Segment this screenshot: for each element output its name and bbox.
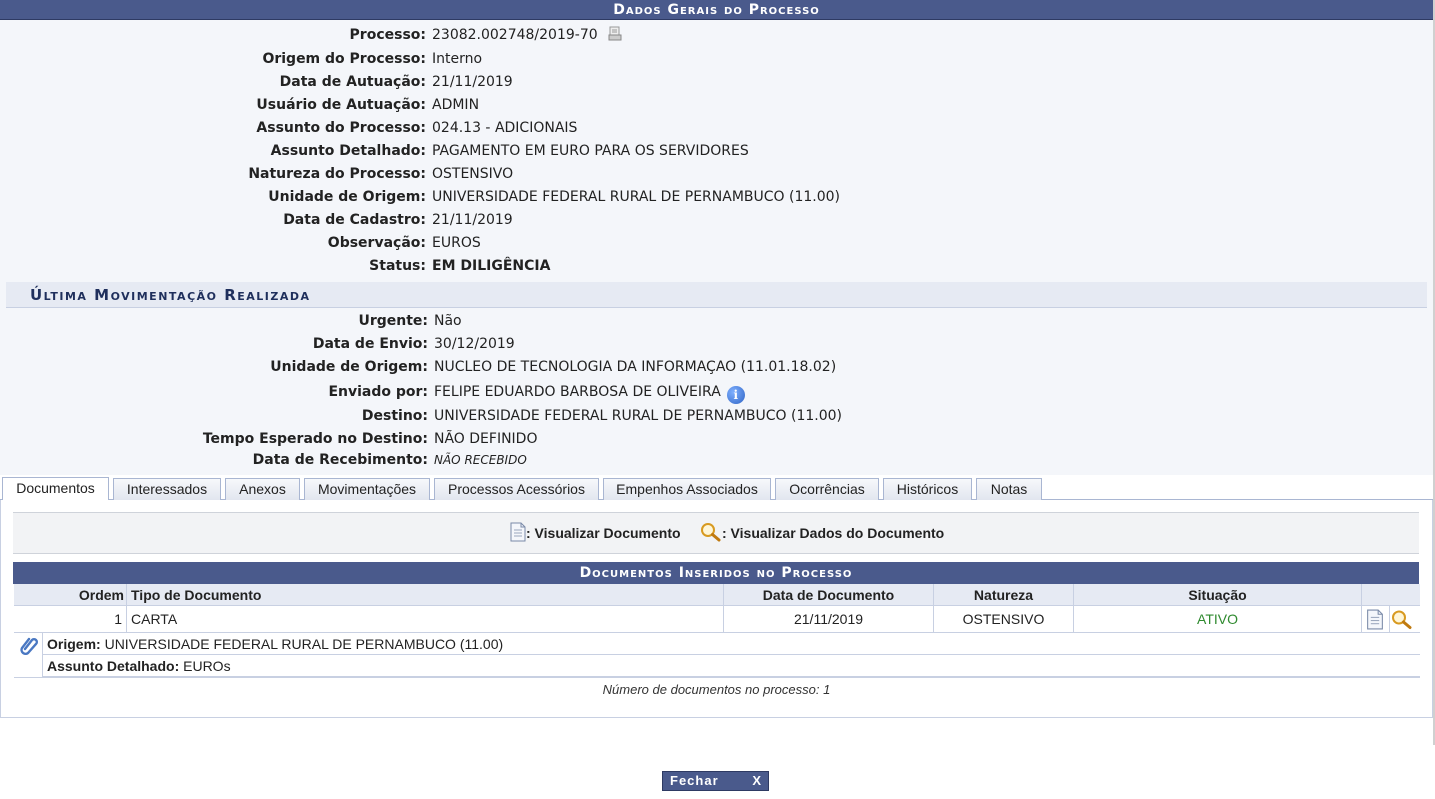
field-value: NÃO DEFINIDO [434,431,538,447]
field-value: NUCLEO DE TECNOLOGIA DA INFORMAÇAO (11.0… [434,359,837,375]
cell-data: 21/11/2019 [793,611,864,627]
paperclip-icon[interactable] [19,635,39,655]
field-value: 21/11/2019 [432,74,513,90]
field-assunto-detalhado: Assunto Detalhado: PAGAMENTO EM EURO PAR… [0,140,1433,163]
col-data: Data de Documento [762,587,895,603]
magnifier-icon [701,523,721,542]
cell-natureza: OSTENSIVO [962,611,1045,627]
field-observacao: Observação: EUROS [0,232,1433,255]
field-label: Data de Recebimento: [252,452,428,468]
field-value: 024.13 - ADICIONAIS [432,120,578,136]
field-data-autuacao: Data de Autuação: 21/11/2019 [0,71,1433,94]
tab-processos-acessorios[interactable]: Processos Acessórios [434,478,599,500]
tab-notas[interactable]: Notas [976,478,1042,500]
tabs-bar: Documentos Interessados Anexos Movimenta… [0,475,1433,500]
page-title: Dados Gerais do Processo [0,0,1433,20]
legend-view-data: : Visualizar Dados do Documento [700,522,944,544]
close-button[interactable]: Fechar X [662,771,769,791]
field-value: OSTENSIVO [432,166,514,182]
field-value: EUROS [432,235,481,251]
field-value: UNIVERSIDADE FEDERAL RURAL DE PERNAMBUCO… [432,189,840,205]
mov-enviado-por: Enviado por: FELIPE EDUARDO BARBOSA DE O… [0,381,1433,404]
field-label: Status: [369,258,426,274]
cell-situacao: ATIVO [1197,611,1238,627]
field-origem: Origem do Processo: Interno [0,48,1433,71]
tab-interessados[interactable]: Interessados [113,478,221,500]
mov-unidade-origem: Unidade de Origem: NUCLEO DE TECNOLOGIA … [0,356,1433,379]
field-natureza: Natureza do Processo: OSTENSIVO [0,163,1433,186]
mov-destino: Destino: UNIVERSIDADE FEDERAL RURAL DE P… [0,405,1433,428]
field-label: Enviado por: [328,384,428,400]
field-status: Status: EM DILIGÊNCIA [0,255,1433,278]
field-value: FELIPE EDUARDO BARBOSA DE OLIVEIRA i [434,381,745,404]
tab-ocorrencias[interactable]: Ocorrências [775,478,879,500]
field-label: Urgente: [358,313,428,329]
mov-data-envio: Data de Envio: 30/12/2019 [0,333,1433,356]
print-icon[interactable] [608,26,622,42]
status-badge: EM DILIGÊNCIA [432,258,551,274]
col-natureza: Natureza [973,587,1034,603]
view-document-data-icon[interactable] [1391,609,1413,630]
field-label: Data de Envio: [312,336,428,352]
tab-documentos[interactable]: Documentos [2,477,109,500]
field-label: Usuário de Autuação: [256,97,426,113]
legend-view-document: : Visualizar Documento [510,522,681,544]
field-label: Tempo Esperado no Destino: [202,431,428,447]
field-label: Assunto do Processo: [256,120,426,136]
field-unidade-origem: Unidade de Origem: UNIVERSIDADE FEDERAL … [0,186,1433,209]
col-tipo: Tipo de Documento [131,587,262,603]
mov-urgente: Urgente: Não [0,310,1433,333]
field-label: Unidade de Origem: [270,359,428,375]
field-value: PAGAMENTO EM EURO PARA OS SERVIDORES [432,143,749,159]
info-icon[interactable]: i [726,386,745,404]
field-label: Observação: [327,235,426,251]
field-value: 23082.002748/2019-70 [432,24,622,47]
section-title-last-movement: Última Movimentação Realizada [6,282,1427,308]
documents-count: Número de documentos no processo: 1 [602,682,831,697]
field-label: Unidade de Origem: [268,189,426,205]
mov-data-recebimento: Data de Recebimento: NÃO RECEBIDO [0,449,1433,472]
field-label: Assunto Detalhado: [270,143,426,159]
field-value: 21/11/2019 [432,212,513,228]
table-header: Ordem Tipo de Documento Data de Document… [14,584,1420,606]
process-info-panel: Processo: 23082.002748/2019-70 Origem do… [0,20,1433,475]
field-value: Não [434,313,462,329]
field-value: UNIVERSIDADE FEDERAL RURAL DE PERNAMBUCO… [434,408,842,424]
close-icon: X [752,773,762,788]
col-ordem: Ordem [78,587,124,603]
field-processo: Processo: 23082.002748/2019-70 [0,24,1433,47]
field-label: Origem do Processo: [262,51,426,67]
cell-ordem: 1 [114,611,122,627]
field-value: ADMIN [432,97,480,113]
documents-table-caption: Documentos Inseridos no Processo [13,562,1419,584]
field-usuario-autuacao: Usuário de Autuação: ADMIN [0,94,1433,117]
field-label: Natureza do Processo: [248,166,426,182]
tab-empenhos-associados[interactable]: Empenhos Associados [603,478,771,500]
field-data-cadastro: Data de Cadastro: 21/11/2019 [0,209,1433,232]
field-label: Destino: [361,408,428,424]
tab-anexos[interactable]: Anexos [225,478,300,500]
field-assunto: Assunto do Processo: 024.13 - ADICIONAIS [0,117,1433,140]
table-row: 1 CARTA 21/11/2019 OSTENSIVO ATIVO [14,606,1420,633]
tab-movimentacoes[interactable]: Movimentações [304,478,430,500]
col-situacao: Situação [1188,587,1247,603]
legend: : Visualizar Documento : Visualizar Dado… [13,512,1419,554]
field-value: 30/12/2019 [434,336,515,352]
document-icon [510,522,526,542]
field-value: Interno [432,51,483,67]
field-label: Data de Cadastro: [283,212,426,228]
tab-historicos[interactable]: Históricos [883,478,972,500]
mov-tempo-esperado: Tempo Esperado no Destino: NÃO DEFINIDO [0,428,1433,451]
field-label: Processo: [349,27,426,43]
view-document-icon[interactable] [1366,609,1384,630]
attachment-cell [14,633,43,677]
row-detail-assunto: Assunto Detalhado: EUROs [43,655,1420,677]
field-value: NÃO RECEBIDO [434,453,527,467]
cell-tipo: CARTA [131,611,178,627]
field-label: Data de Autuação: [279,74,426,90]
row-detail-origem: Origem: UNIVERSIDADE FEDERAL RURAL DE PE… [43,633,1420,655]
